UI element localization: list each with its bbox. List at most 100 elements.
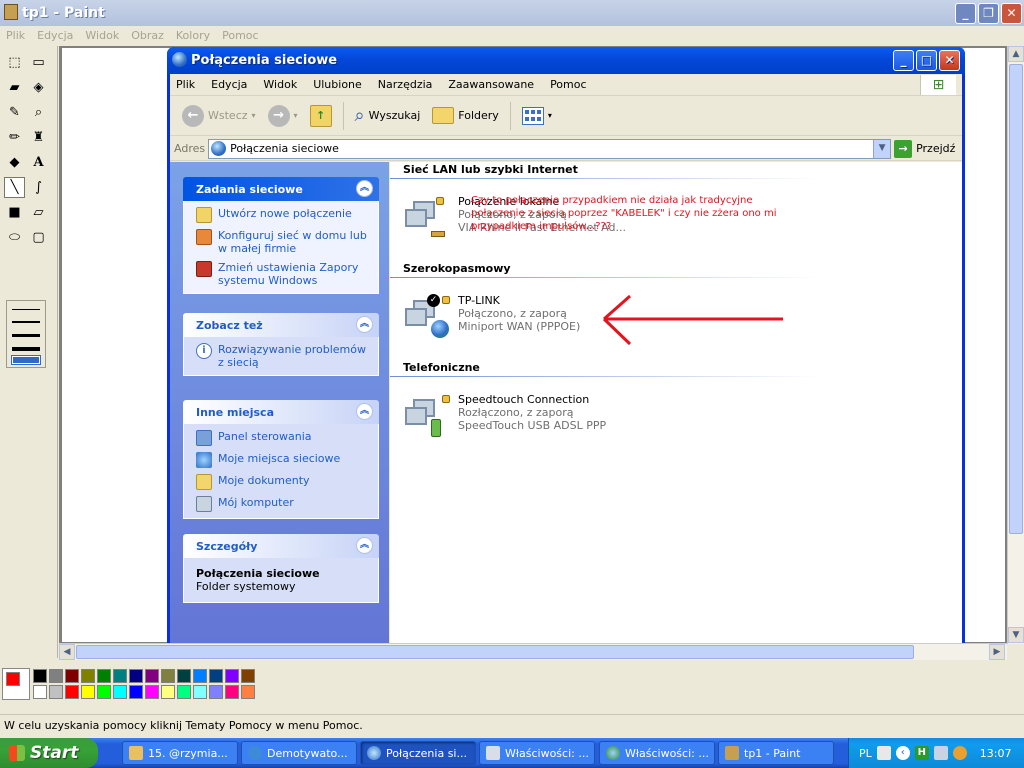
text-icon[interactable]: A bbox=[28, 152, 49, 173]
paint-menu-widok[interactable]: Widok bbox=[85, 29, 119, 42]
create-connection-link[interactable]: Utwórz nowe połączenie bbox=[196, 207, 370, 223]
menu-ulubione[interactable]: Ulubione bbox=[313, 78, 362, 91]
color-swatch[interactable] bbox=[65, 669, 79, 683]
paint-menu-plik[interactable]: Plik bbox=[6, 29, 25, 42]
paint-menu-kolory[interactable]: Kolory bbox=[176, 29, 210, 42]
color-swatch[interactable] bbox=[145, 669, 159, 683]
forward-button[interactable]: → ▾ bbox=[264, 100, 302, 132]
address-dropdown-icon[interactable]: ▼ bbox=[873, 139, 891, 158]
color-swatch[interactable] bbox=[145, 685, 159, 699]
control-panel-link[interactable]: Panel sterowania bbox=[196, 430, 370, 446]
color-swatch[interactable] bbox=[177, 685, 191, 699]
taskbar-item[interactable]: Właściwości: ... bbox=[599, 741, 715, 765]
color-swatch[interactable] bbox=[97, 685, 111, 699]
scroll-right-icon[interactable]: ▶ bbox=[989, 644, 1005, 660]
menu-pomoc[interactable]: Pomoc bbox=[550, 78, 586, 91]
horizontal-scroll-thumb[interactable] bbox=[76, 645, 914, 659]
paint-maximize-button[interactable]: ❐ bbox=[978, 3, 999, 24]
ellipse-icon[interactable]: ⬭ bbox=[4, 227, 25, 248]
curve-icon[interactable]: ∫ bbox=[28, 177, 49, 198]
details-header[interactable]: Szczegóły ︽ bbox=[183, 534, 379, 558]
color-swatch[interactable] bbox=[113, 669, 127, 683]
keyboard-icon[interactable] bbox=[876, 746, 891, 760]
views-button[interactable]: ▾ bbox=[518, 100, 556, 132]
forward-dropdown-icon[interactable]: ▾ bbox=[294, 111, 298, 120]
taskbar-item[interactable]: 15. @rzymia... bbox=[122, 741, 238, 765]
other-places-header[interactable]: Inne miejsca ︽ bbox=[183, 400, 379, 424]
pick-color-icon[interactable]: ✎ bbox=[4, 102, 25, 123]
color-swatch[interactable] bbox=[209, 685, 223, 699]
scroll-down-icon[interactable]: ▼ bbox=[1008, 627, 1024, 643]
language-indicator[interactable]: PL bbox=[859, 747, 872, 760]
collapse-chevron-icon[interactable]: ︽ bbox=[356, 316, 373, 333]
h-tray-icon[interactable]: H bbox=[914, 746, 929, 760]
maximize-button[interactable]: □ bbox=[916, 50, 937, 71]
color-swatch[interactable] bbox=[161, 685, 175, 699]
my-computer-link[interactable]: Mój komputer bbox=[196, 496, 370, 512]
pencil-icon[interactable]: ✏ bbox=[4, 127, 25, 148]
color-swatch[interactable] bbox=[177, 669, 191, 683]
back-dropdown-icon[interactable]: ▾ bbox=[252, 111, 256, 120]
paint-minimize-button[interactable]: _ bbox=[955, 3, 976, 24]
connection-speedtouch[interactable]: Speedtouch Connection Rozłączono, z zapo… bbox=[405, 393, 606, 441]
vertical-scroll-thumb[interactable] bbox=[1009, 64, 1023, 534]
color-swatch[interactable] bbox=[113, 685, 127, 699]
color-swatch[interactable] bbox=[129, 669, 143, 683]
paint-menu-obraz[interactable]: Obraz bbox=[131, 29, 164, 42]
brush-icon[interactable]: ♜ bbox=[28, 127, 49, 148]
firewall-settings-link[interactable]: Zmień ustawienia Zapory systemu Windows bbox=[196, 261, 370, 287]
color-swatch[interactable] bbox=[49, 685, 63, 699]
network-places-link[interactable]: Moje miejsca sieciowe bbox=[196, 452, 370, 468]
line-width-options[interactable] bbox=[6, 300, 46, 368]
back-button[interactable]: ← Wstecz ▾ bbox=[178, 100, 260, 132]
color-swatch[interactable] bbox=[65, 685, 79, 699]
color-swatch[interactable] bbox=[193, 685, 207, 699]
home-network-link[interactable]: Konfiguruj sieć w domu lub w małej firmi… bbox=[196, 229, 370, 255]
color-swatch[interactable] bbox=[161, 669, 175, 683]
collapse-chevron-icon[interactable]: ︽ bbox=[356, 403, 373, 420]
folders-button[interactable]: Foldery bbox=[428, 100, 503, 132]
start-button[interactable]: Start bbox=[0, 738, 98, 768]
color-swatch[interactable] bbox=[81, 685, 95, 699]
network-tray-icon[interactable] bbox=[933, 746, 948, 760]
color-swatch[interactable] bbox=[97, 669, 111, 683]
collapse-chevron-icon[interactable]: ︽ bbox=[356, 180, 373, 197]
airbrush-icon[interactable]: ◆ bbox=[4, 152, 25, 173]
close-button[interactable]: ✕ bbox=[939, 50, 960, 71]
scroll-up-icon[interactable]: ▲ bbox=[1008, 46, 1024, 62]
polygon-icon[interactable]: ▱ bbox=[28, 202, 49, 223]
vertical-scrollbar[interactable]: ▲ ▼ bbox=[1007, 46, 1024, 644]
color-swatch[interactable] bbox=[33, 669, 47, 683]
menu-zaawansowane[interactable]: Zaawansowane bbox=[448, 78, 534, 91]
color-swatch[interactable] bbox=[129, 685, 143, 699]
menu-widok[interactable]: Widok bbox=[263, 78, 297, 91]
color-swatch[interactable] bbox=[225, 669, 239, 683]
menu-narzedzia[interactable]: Narzędzia bbox=[378, 78, 433, 91]
current-colors[interactable] bbox=[2, 668, 30, 700]
go-button[interactable]: → Przejdź bbox=[894, 139, 955, 158]
color-swatch[interactable] bbox=[241, 685, 255, 699]
taskbar-item[interactable]: tp1 - Paint bbox=[718, 741, 834, 765]
search-button[interactable]: ⌕ Wyszukaj bbox=[351, 100, 425, 132]
paint-close-button[interactable]: ✕ bbox=[1001, 3, 1022, 24]
color-swatch[interactable] bbox=[225, 685, 239, 699]
color-swatch[interactable] bbox=[33, 685, 47, 699]
line-icon[interactable]: ╲ bbox=[4, 177, 25, 198]
taskbar-item[interactable]: Demotywato... bbox=[241, 741, 357, 765]
my-documents-link[interactable]: Moje dokumenty bbox=[196, 474, 370, 490]
color-swatch[interactable] bbox=[81, 669, 95, 683]
rect-select-icon[interactable]: ▭ bbox=[28, 52, 49, 73]
address-field[interactable]: Połączenia sieciowe ▼ bbox=[208, 138, 892, 159]
paint-menu-pomoc[interactable]: Pomoc bbox=[222, 29, 258, 42]
color-swatch[interactable] bbox=[241, 669, 255, 683]
chevron-left-icon[interactable]: ‹ bbox=[895, 746, 910, 760]
up-folder-button[interactable]: ↑ bbox=[306, 100, 336, 132]
paint-menu-edycja[interactable]: Edycja bbox=[37, 29, 73, 42]
taskbar-item-active[interactable]: Połączenia si... bbox=[360, 741, 476, 765]
color-swatch[interactable] bbox=[209, 669, 223, 683]
connection-tp-link[interactable]: ✓ TP-LINK Połączono, z zaporą Miniport W… bbox=[405, 294, 580, 342]
color-swatch[interactable] bbox=[49, 669, 63, 683]
rounded-rect-icon[interactable]: ▢ bbox=[28, 227, 49, 248]
color-swatch[interactable] bbox=[193, 669, 207, 683]
menu-edycja[interactable]: Edycja bbox=[211, 78, 247, 91]
